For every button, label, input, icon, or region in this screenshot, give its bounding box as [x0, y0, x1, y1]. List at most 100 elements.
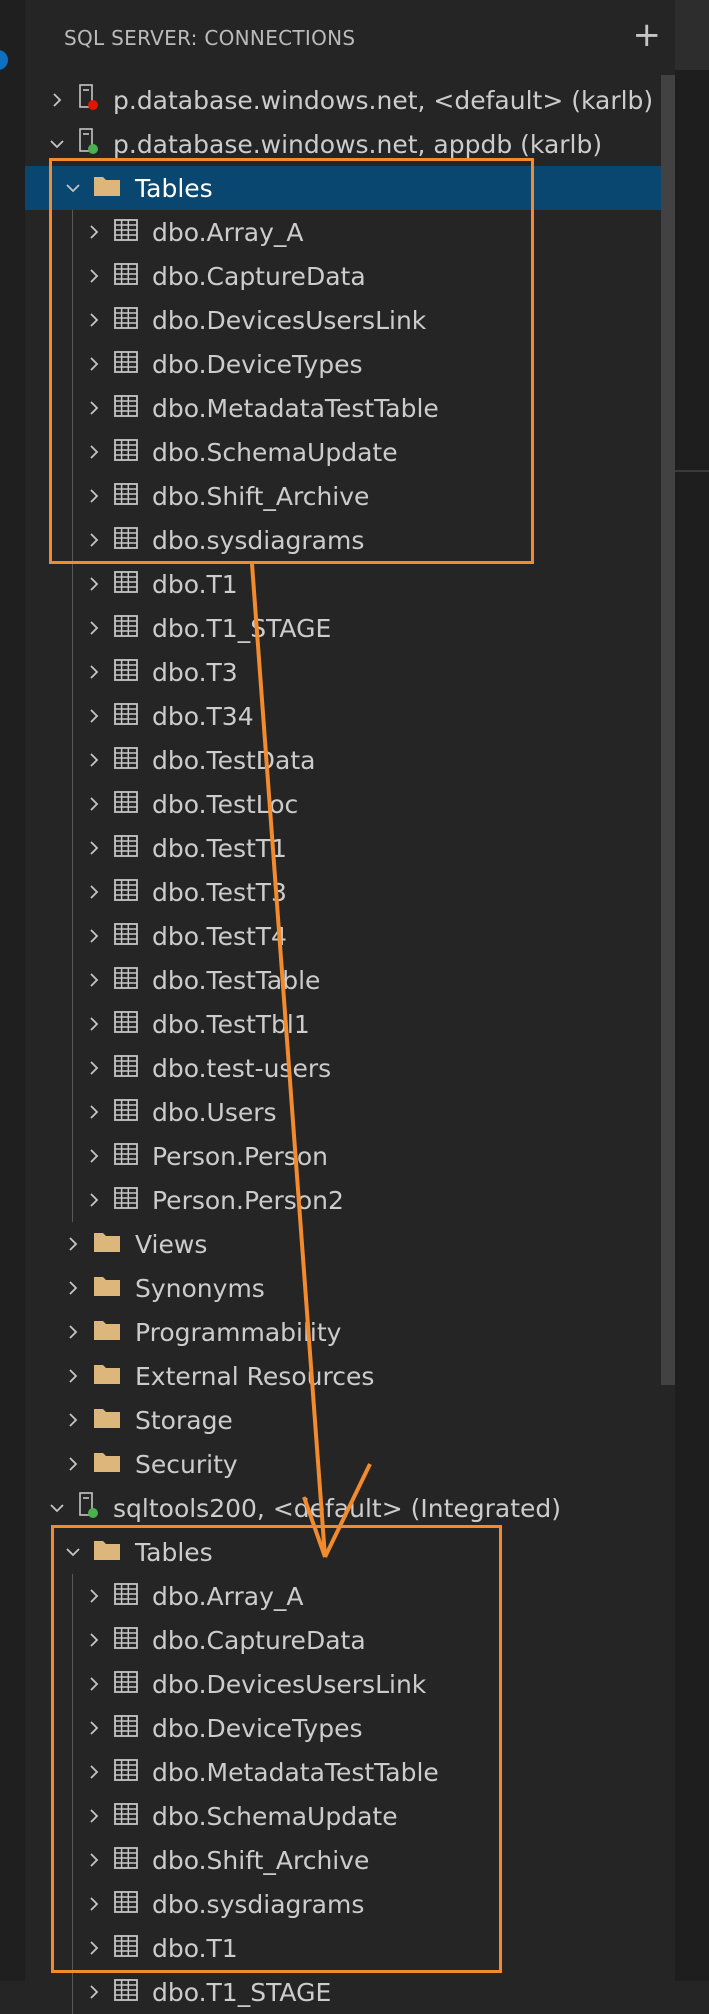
table-item[interactable]: dbo.TestLoc: [25, 782, 675, 826]
table-item[interactable]: dbo.TestData: [25, 738, 675, 782]
table-item[interactable]: dbo.DeviceTypes: [25, 342, 675, 386]
chevron-right-icon[interactable]: [65, 1236, 81, 1252]
scrollbar[interactable]: [661, 75, 675, 1385]
connection-3[interactable]: sqltools200, <default> (Integrated): [25, 1486, 675, 1530]
table-icon: [114, 1142, 138, 1171]
table-item[interactable]: dbo.T34: [25, 694, 675, 738]
table-item-label: dbo.TestLoc: [152, 789, 299, 819]
table-item[interactable]: dbo.T1: [25, 562, 675, 606]
chevron-right-icon[interactable]: [86, 1632, 102, 1648]
chevron-right-icon[interactable]: [86, 268, 102, 284]
chevron-right-icon[interactable]: [86, 356, 102, 372]
chevron-right-icon[interactable]: [65, 1280, 81, 1296]
chevron-right-icon[interactable]: [65, 1412, 81, 1428]
chevron-right-icon[interactable]: [86, 488, 102, 504]
chevron-down-icon[interactable]: [65, 1544, 81, 1560]
folder-item[interactable]: Views: [25, 1222, 675, 1266]
table-item[interactable]: dbo.MetadataTestTable: [25, 386, 675, 430]
table-item[interactable]: dbo.CaptureData: [25, 1618, 675, 1662]
folder-item[interactable]: External Resources: [25, 1354, 675, 1398]
chevron-right-icon[interactable]: [86, 312, 102, 328]
chevron-right-icon[interactable]: [86, 532, 102, 548]
chevron-right-icon[interactable]: [86, 1852, 102, 1868]
table-icon: [114, 1582, 138, 1611]
tables-folder[interactable]: Tables: [25, 166, 675, 210]
table-item[interactable]: dbo.sysdiagrams: [25, 1882, 675, 1926]
chevron-right-icon[interactable]: [49, 92, 65, 108]
chevron-right-icon[interactable]: [86, 224, 102, 240]
chevron-right-icon[interactable]: [86, 664, 102, 680]
table-item[interactable]: dbo.SchemaUpdate: [25, 1794, 675, 1838]
chevron-right-icon[interactable]: [86, 884, 102, 900]
chevron-right-icon[interactable]: [86, 796, 102, 812]
chevron-right-icon[interactable]: [86, 1940, 102, 1956]
chevron-right-icon[interactable]: [86, 928, 102, 944]
table-item[interactable]: dbo.T3: [25, 650, 675, 694]
table-item[interactable]: dbo.DevicesUsersLink: [25, 298, 675, 342]
table-item-label: dbo.T1_STAGE: [152, 1977, 332, 2007]
server-icon: [77, 127, 99, 161]
chevron-right-icon[interactable]: [86, 1720, 102, 1736]
table-item[interactable]: dbo.CaptureData: [25, 254, 675, 298]
chevron-right-icon[interactable]: [86, 400, 102, 416]
table-item[interactable]: dbo.Shift_Archive: [25, 474, 675, 518]
chevron-right-icon[interactable]: [86, 444, 102, 460]
table-item[interactable]: dbo.Users: [25, 1090, 675, 1134]
table-item[interactable]: dbo.T1: [25, 1926, 675, 1970]
table-item[interactable]: dbo.DeviceTypes: [25, 1706, 675, 1750]
chevron-right-icon[interactable]: [86, 1148, 102, 1164]
table-item[interactable]: dbo.MetadataTestTable: [25, 1750, 675, 1794]
folder-item[interactable]: Storage: [25, 1398, 675, 1442]
tables-folder-label: Tables: [135, 173, 213, 203]
connection-1[interactable]: p.database.windows.net, <default> (karlb…: [25, 78, 675, 122]
table-item[interactable]: dbo.T1_STAGE: [25, 606, 675, 650]
table-item[interactable]: dbo.test-users: [25, 1046, 675, 1090]
table-item-label: dbo.sysdiagrams: [152, 1889, 365, 1919]
chevron-right-icon[interactable]: [86, 1896, 102, 1912]
chevron-right-icon[interactable]: [65, 1324, 81, 1340]
table-item[interactable]: dbo.Array_A: [25, 1574, 675, 1618]
table-item[interactable]: dbo.DevicesUsersLink: [25, 1662, 675, 1706]
chevron-right-icon[interactable]: [86, 1764, 102, 1780]
activity-badge[interactable]: [0, 50, 8, 70]
chevron-down-icon[interactable]: [49, 136, 65, 152]
chevron-right-icon[interactable]: [86, 576, 102, 592]
chevron-right-icon[interactable]: [86, 972, 102, 988]
chevron-right-icon[interactable]: [86, 752, 102, 768]
table-item[interactable]: dbo.Shift_Archive: [25, 1838, 675, 1882]
table-item-label: dbo.T3: [152, 657, 238, 687]
table-item[interactable]: Person.Person: [25, 1134, 675, 1178]
chevron-right-icon[interactable]: [86, 1588, 102, 1604]
table-item[interactable]: dbo.Array_A: [25, 210, 675, 254]
folder-item[interactable]: Programmability: [25, 1310, 675, 1354]
folder-item[interactable]: Security: [25, 1442, 675, 1486]
table-item[interactable]: dbo.TestT4: [25, 914, 675, 958]
table-item[interactable]: dbo.T1_STAGE: [25, 1970, 675, 2014]
chevron-down-icon[interactable]: [49, 1500, 65, 1516]
table-item[interactable]: dbo.SchemaUpdate: [25, 430, 675, 474]
chevron-right-icon[interactable]: [86, 620, 102, 636]
chevron-right-icon[interactable]: [86, 1104, 102, 1120]
chevron-down-icon[interactable]: [65, 180, 81, 196]
chevron-right-icon[interactable]: [86, 1676, 102, 1692]
chevron-right-icon[interactable]: [86, 1984, 102, 2000]
chevron-right-icon[interactable]: [86, 1808, 102, 1824]
folder-item[interactable]: Synonyms: [25, 1266, 675, 1310]
chevron-right-icon[interactable]: [65, 1368, 81, 1384]
table-item[interactable]: dbo.TestTable: [25, 958, 675, 1002]
table-item[interactable]: dbo.TestTbl1: [25, 1002, 675, 1046]
table-item[interactable]: Person.Person2: [25, 1178, 675, 1222]
add-connection-button[interactable]: +: [633, 18, 662, 52]
table-item[interactable]: dbo.TestT1: [25, 826, 675, 870]
chevron-right-icon[interactable]: [86, 840, 102, 856]
table-item-label: dbo.test-users: [152, 1053, 332, 1083]
chevron-right-icon[interactable]: [86, 1060, 102, 1076]
connection-2[interactable]: p.database.windows.net, appdb (karlb): [25, 122, 675, 166]
chevron-right-icon[interactable]: [86, 708, 102, 724]
table-item[interactable]: dbo.TestT3: [25, 870, 675, 914]
chevron-right-icon[interactable]: [86, 1016, 102, 1032]
chevron-right-icon[interactable]: [65, 1456, 81, 1472]
chevron-right-icon[interactable]: [86, 1192, 102, 1208]
table-item[interactable]: dbo.sysdiagrams: [25, 518, 675, 562]
tables-folder[interactable]: Tables: [25, 1530, 675, 1574]
